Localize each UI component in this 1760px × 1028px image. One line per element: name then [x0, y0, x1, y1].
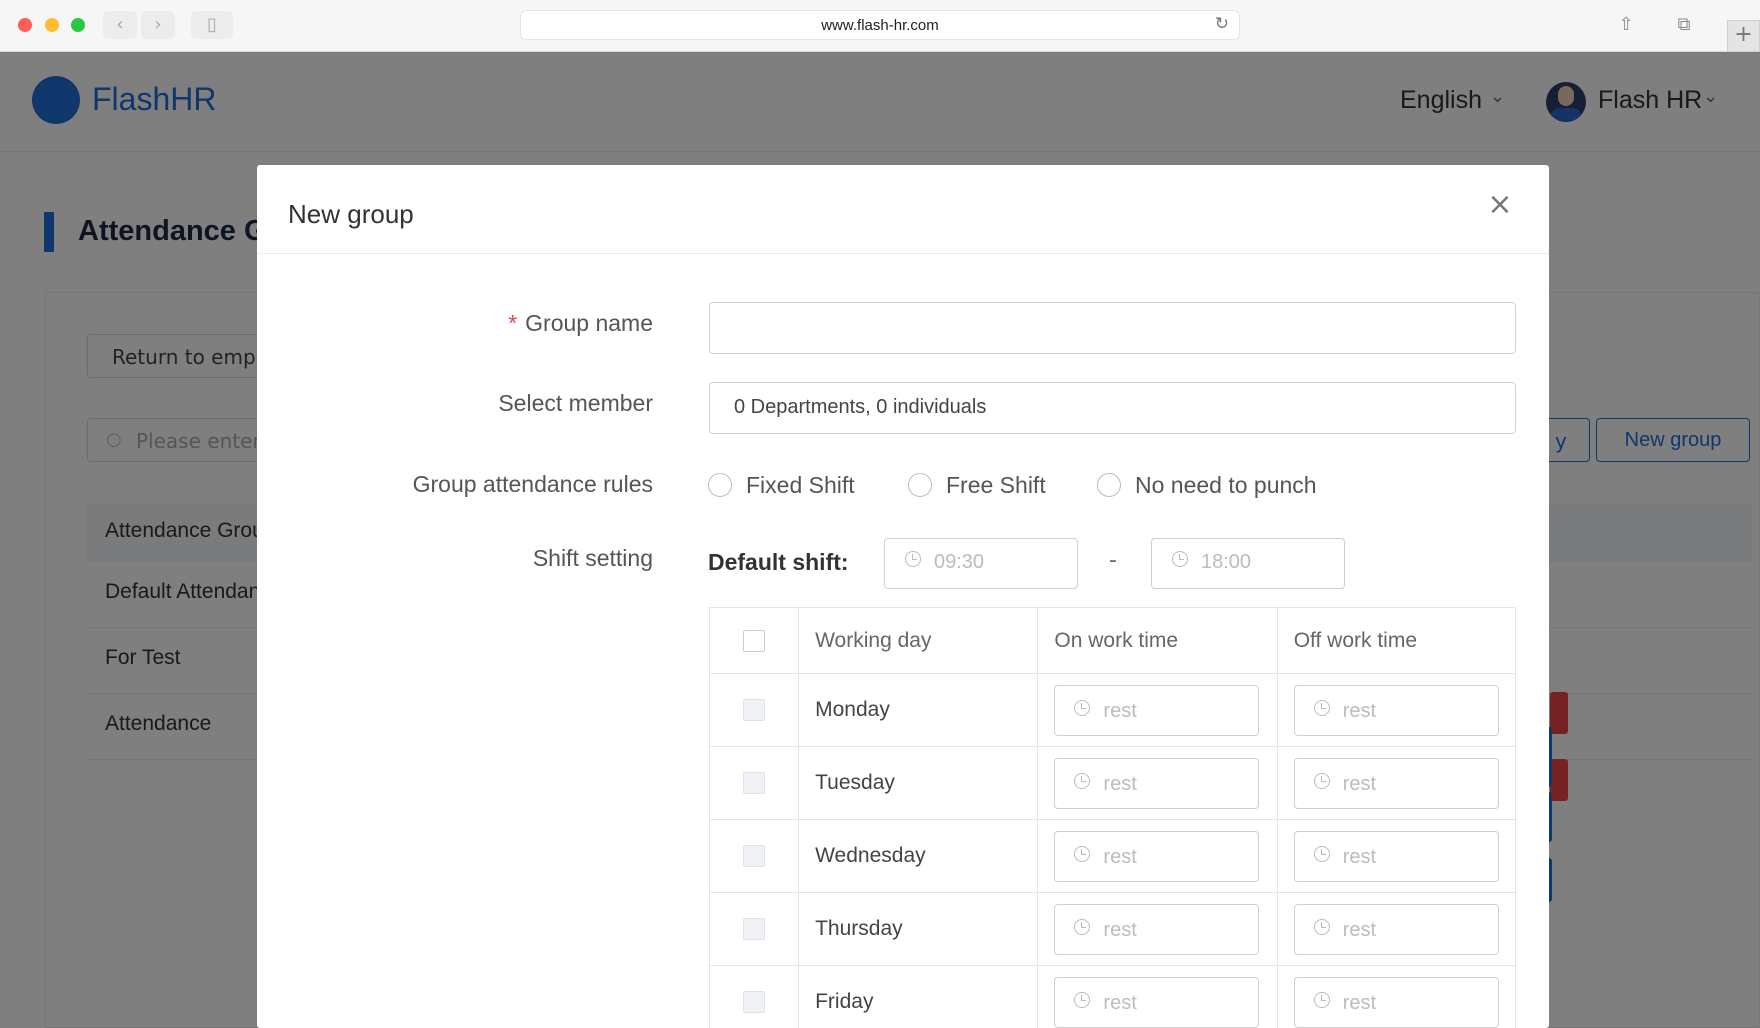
- clock-icon: [905, 551, 921, 567]
- radio-circle: [1097, 473, 1121, 497]
- on-work-time-input[interactable]: rest: [1054, 830, 1260, 882]
- default-shift-start-input[interactable]: 09:30: [884, 538, 1078, 589]
- off-work-time-input[interactable]: rest: [1293, 976, 1499, 1028]
- reload-icon[interactable]: ↻: [1215, 14, 1229, 34]
- default-shift-label: Default shift:: [708, 549, 849, 575]
- on-work-time-input[interactable]: rest: [1054, 903, 1260, 955]
- off-work-time-cell: rest: [1276, 746, 1517, 820]
- url-text: www.flash-hr.com: [821, 17, 939, 34]
- default-shift-start-value: 09:30: [934, 551, 985, 573]
- off-work-time-input[interactable]: rest: [1293, 830, 1499, 882]
- off-work-time-cell: rest: [1276, 892, 1517, 966]
- on-work-time-cell: rest: [1037, 819, 1278, 893]
- dialog-title: New group: [288, 199, 414, 229]
- on-work-time-input[interactable]: rest: [1054, 684, 1260, 736]
- select-member-label: Select member: [498, 390, 653, 416]
- on-work-time-cell: rest: [1037, 673, 1278, 747]
- new-tab-icon[interactable]: +: [1727, 20, 1760, 52]
- off-work-time-input[interactable]: rest: [1293, 903, 1499, 955]
- off-work-time-input[interactable]: rest: [1293, 684, 1499, 736]
- select-member-value: 0 Departments, 0 individuals: [734, 396, 987, 418]
- table-row: Monday rest rest: [708, 673, 1517, 747]
- default-shift-end-value: 18:00: [1201, 551, 1252, 573]
- table-header-row: Working day On work time Off work time: [708, 607, 1517, 674]
- day-checkbox[interactable]: [743, 699, 766, 722]
- off-work-time-cell: rest: [1276, 965, 1517, 1028]
- on-work-time-input[interactable]: rest: [1054, 757, 1260, 809]
- row-checkbox-cell: [708, 673, 800, 747]
- radio-no-need-to-punch[interactable]: No need to punch: [1097, 472, 1317, 499]
- row-checkbox-cell: [708, 965, 800, 1028]
- row-checkbox-cell: [708, 819, 800, 893]
- working-day-header: Working day: [798, 607, 1039, 674]
- weekly-shift-table: Working day On work time Off work time M…: [708, 607, 1517, 1028]
- forward-icon[interactable]: ›: [141, 11, 175, 39]
- window-close-button[interactable]: [18, 18, 32, 32]
- day-name: Monday: [798, 673, 1039, 747]
- on-work-time-input[interactable]: rest: [1054, 976, 1260, 1028]
- on-work-time-cell: rest: [1037, 746, 1278, 820]
- dialog-header: New group ×: [257, 165, 1549, 254]
- clock-icon: [1074, 699, 1091, 716]
- radio-circle: [708, 473, 732, 497]
- on-work-time-cell: rest: [1037, 965, 1278, 1028]
- off-work-time-cell: rest: [1276, 819, 1517, 893]
- day-checkbox[interactable]: [743, 991, 766, 1014]
- day-name: Tuesday: [798, 746, 1039, 820]
- window-minimize-button[interactable]: [45, 18, 59, 32]
- address-bar[interactable]: www.flash-hr.com ↻: [520, 10, 1240, 40]
- select-member-field[interactable]: 0 Departments, 0 individuals: [709, 382, 1516, 434]
- attendance-rules-label: Group attendance rules: [412, 471, 653, 497]
- group-name-label: * Group name: [508, 310, 653, 336]
- table-row: Tuesday rest rest: [708, 746, 1517, 820]
- clock-icon: [1313, 772, 1330, 789]
- off-work-time-cell: rest: [1276, 673, 1517, 747]
- clock-icon: [1074, 991, 1091, 1008]
- clock-icon: [1074, 918, 1091, 935]
- day-name: Friday: [798, 965, 1039, 1028]
- on-work-time-cell: rest: [1037, 892, 1278, 966]
- clock-icon: [1172, 551, 1188, 567]
- browser-chrome: ‹ › ▯ www.flash-hr.com ↻ ⇧ ⧉ +: [0, 0, 1760, 52]
- select-all-cell: [708, 607, 800, 674]
- off-work-time-input[interactable]: rest: [1293, 757, 1499, 809]
- table-row: Thursday rest rest: [708, 892, 1517, 966]
- clock-icon: [1313, 991, 1330, 1008]
- sidebar-toggle-icon[interactable]: ▯: [191, 11, 233, 39]
- shift-setting-label: Shift setting: [532, 545, 653, 571]
- day-checkbox[interactable]: [743, 918, 766, 941]
- clock-icon: [1074, 772, 1091, 789]
- day-name: Wednesday: [798, 819, 1039, 893]
- group-name-input[interactable]: [709, 302, 1516, 354]
- clock-icon: [1313, 918, 1330, 935]
- radio-circle: [908, 473, 932, 497]
- clock-icon: [1313, 845, 1330, 862]
- select-all-checkbox[interactable]: [743, 629, 766, 652]
- back-icon[interactable]: ‹: [103, 11, 137, 39]
- radio-fixed-shift[interactable]: Fixed Shift: [708, 472, 855, 499]
- clock-icon: [1313, 699, 1330, 716]
- new-group-dialog: New group × * Group name Select member 0 …: [257, 165, 1549, 1028]
- table-row: Friday rest rest: [708, 965, 1517, 1028]
- share-icon[interactable]: ⇧: [1609, 11, 1643, 39]
- range-separator: -: [1109, 548, 1117, 573]
- table-row: Wednesday rest rest: [708, 819, 1517, 893]
- row-checkbox-cell: [708, 746, 800, 820]
- off-work-time-header: Off work time: [1276, 607, 1517, 674]
- default-shift-end-input[interactable]: 18:00: [1151, 538, 1345, 589]
- required-marker: *: [508, 310, 518, 336]
- on-work-time-header: On work time: [1037, 607, 1278, 674]
- window-zoom-button[interactable]: [71, 18, 85, 32]
- day-checkbox[interactable]: [743, 772, 766, 795]
- row-checkbox-cell: [708, 892, 800, 966]
- clock-icon: [1074, 845, 1091, 862]
- day-name: Thursday: [798, 892, 1039, 966]
- close-icon[interactable]: ×: [1485, 190, 1515, 221]
- day-checkbox[interactable]: [743, 845, 766, 868]
- radio-free-shift[interactable]: Free Shift: [908, 472, 1046, 499]
- tabs-overview-icon[interactable]: ⧉: [1667, 11, 1701, 39]
